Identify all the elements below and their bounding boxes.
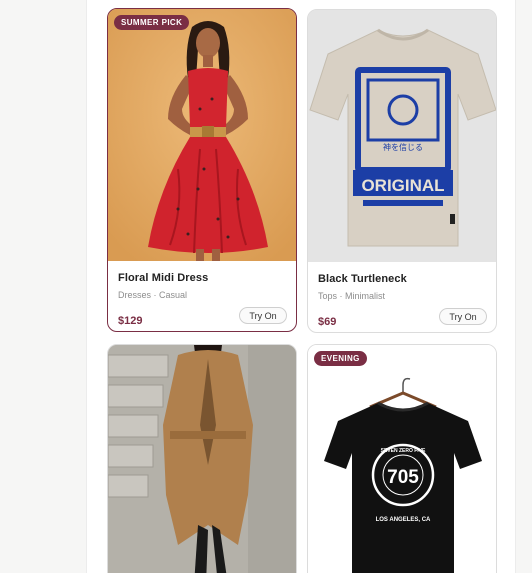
product-price: $69 <box>318 316 337 328</box>
product-image: EVENING SEVEN ZERO FIVE 705 LOS ANGELES,… <box>308 345 496 573</box>
product-card-black-turtleneck[interactable]: 神を信じる ORIGINAL Black Turtleneck Tops · M… <box>307 9 497 333</box>
print-caption: 神を信じる <box>383 142 423 152</box>
coat-model-illustration <box>108 345 296 573</box>
product-subtitle: Tops · Minimalist <box>318 291 386 301</box>
dress-model-illustration <box>108 9 296 261</box>
product-card-black-graphic-tee[interactable]: EVENING SEVEN ZERO FIVE 705 LOS ANGELES,… <box>307 344 497 573</box>
black-tshirt-illustration: SEVEN ZERO FIVE 705 LOS ANGELES, CA <box>308 345 496 573</box>
print-city: LOS ANGELES, CA <box>376 517 431 523</box>
try-on-button[interactable]: Try On <box>239 307 287 324</box>
product-grid-panel: SUMMER PICK Floral Midi Dress Dresses · … <box>86 0 516 573</box>
tshirt-illustration: 神を信じる ORIGINAL <box>308 10 496 262</box>
badge-summer-pick: SUMMER PICK <box>114 15 190 30</box>
product-title: Black Turtleneck <box>318 273 407 285</box>
print-ring: SEVEN ZERO FIVE <box>381 448 426 454</box>
product-title: Floral Midi Dress <box>118 272 209 284</box>
try-on-button[interactable]: Try On <box>439 308 487 325</box>
badge-evening: EVENING <box>314 351 367 366</box>
product-card-camel-coat[interactable] <box>107 344 297 573</box>
product-image: SUMMER PICK <box>108 9 296 261</box>
print-number: 705 <box>387 467 419 488</box>
print-text: ORIGINAL <box>361 176 444 195</box>
product-image <box>108 345 296 573</box>
product-price: $129 <box>118 315 143 327</box>
product-image: 神を信じる ORIGINAL <box>308 10 496 262</box>
product-card-floral-midi-dress[interactable]: SUMMER PICK Floral Midi Dress Dresses · … <box>107 8 297 332</box>
product-subtitle: Dresses · Casual <box>118 290 188 300</box>
